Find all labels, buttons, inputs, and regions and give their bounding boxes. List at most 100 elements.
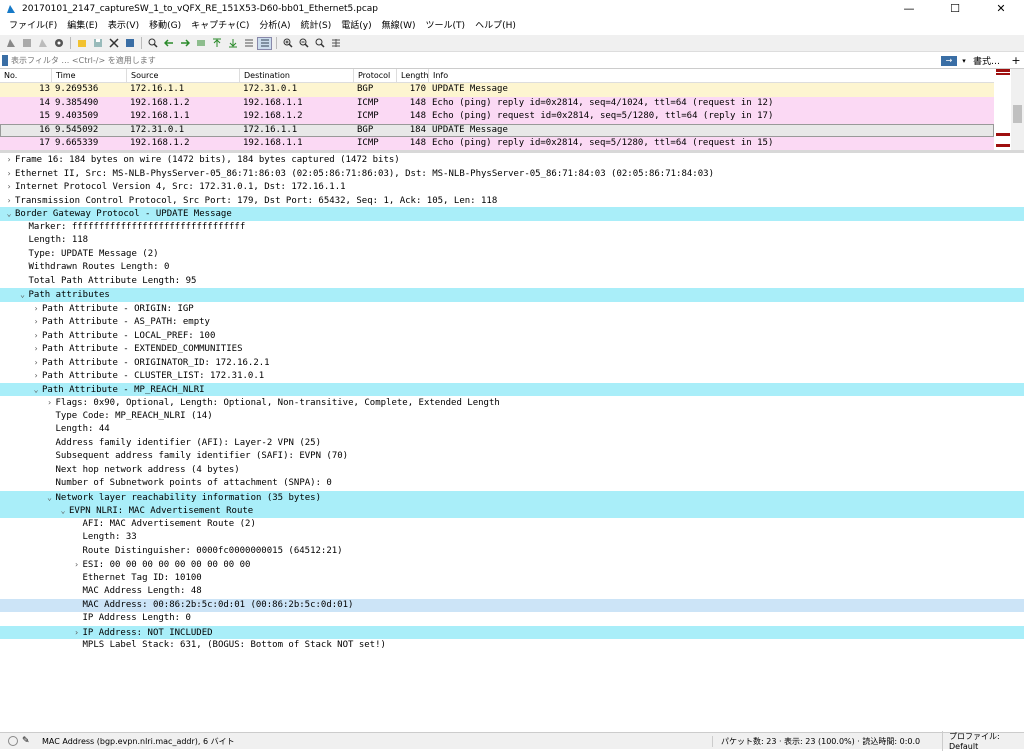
bookmark-icon[interactable] [2,55,8,66]
detail-row[interactable]: › Frame 16: 184 bytes on wire (1472 bits)… [0,153,1024,167]
detail-row[interactable]: Number of Subnetwork points of attachmen… [0,477,1024,491]
menu-telephony[interactable]: 電話(y) [336,18,376,35]
maximize-button[interactable]: ☐ [932,0,978,18]
menu-analyze[interactable]: 分析(A) [254,18,295,35]
detail-row[interactable]: › Path Attribute - EXTENDED_COMMUNITIES [0,342,1024,356]
column-header-protocol[interactable]: Protocol [354,69,397,82]
apply-filter-button[interactable]: → [940,55,957,66]
status-profile[interactable]: プロファイル: Default [942,731,1024,751]
menu-wireless[interactable]: 無線(W) [377,18,421,35]
collapsed-arrow-icon[interactable]: › [30,369,42,383]
detail-row[interactable]: ⌄ EVPN NLRI: MAC Advertisement Route [0,504,1024,518]
menu-edit[interactable]: 編集(E) [62,18,103,35]
filter-history-dropdown[interactable]: ▾ [959,57,969,65]
capture-options-icon[interactable] [51,37,66,50]
detail-row[interactable]: › Path Attribute - ORIGIN: IGP [0,302,1024,316]
display-filter-input[interactable] [11,54,941,67]
collapsed-arrow-icon[interactable]: › [3,180,15,194]
detail-row[interactable]: ⌄ Path Attribute - MP_REACH_NLRI [0,382,1024,397]
close-file-icon[interactable] [106,37,121,50]
autoscroll-icon[interactable] [241,37,256,50]
detail-row[interactable]: ⌄ Path attributes [0,288,1024,302]
collapsed-arrow-icon[interactable]: › [71,558,83,572]
detail-row[interactable]: › ESI: 00 00 00 00 00 00 00 00 00 [0,558,1024,572]
detail-row[interactable]: Marker: ffffffffffffffffffffffffffffffff [0,221,1024,235]
menu-view[interactable]: 表示(V) [103,18,144,35]
packet-list-scrollbar[interactable] [1011,69,1024,150]
detail-row[interactable]: Next hop network address (4 bytes) [0,464,1024,478]
zoom-reset-icon[interactable] [312,37,327,50]
zoom-in-icon[interactable] [280,37,295,50]
detail-row[interactable]: › IP Address: NOT INCLUDED [0,625,1024,640]
collapsed-arrow-icon[interactable]: › [30,329,42,343]
collapsed-arrow-icon[interactable]: › [44,396,56,410]
save-file-icon[interactable] [90,37,105,50]
restart-capture-icon[interactable] [35,37,50,50]
detail-row[interactable]: › Path Attribute - AS_PATH: empty [0,315,1024,329]
expanded-arrow-icon[interactable]: ⌄ [57,504,69,518]
column-header-destination[interactable]: Destination [240,69,354,82]
collapsed-arrow-icon[interactable]: › [3,167,15,181]
detail-row[interactable]: Address family identifier (AFI): Layer-2… [0,437,1024,451]
packet-row[interactable]: 16 9.545092 172.31.0.1 172.16.1.1 BGP 184 UPDA… [0,123,994,137]
detail-row[interactable]: IP Address Length: 0 [0,612,1024,626]
close-button[interactable]: ✕ [978,0,1024,18]
start-capture-icon[interactable] [3,37,18,50]
collapsed-arrow-icon[interactable]: › [71,626,83,640]
collapsed-arrow-icon[interactable]: › [30,342,42,356]
stop-capture-icon[interactable] [19,37,34,50]
menu-file[interactable]: ファイル(F) [4,18,62,35]
menu-statistics[interactable]: 統計(S) [296,18,337,35]
detail-row[interactable]: MPLS Label Stack: 631, (BOGUS: Bottom of… [0,639,1024,653]
edit-comment-icon[interactable]: ✎ [22,736,34,746]
expanded-arrow-icon[interactable]: ⌄ [30,383,42,397]
go-forward-icon[interactable] [177,37,192,50]
detail-row[interactable]: MAC Address Length: 48 [0,585,1024,599]
detail-row[interactable]: › Path Attribute - LOCAL_PREF: 100 [0,329,1024,343]
resize-columns-icon[interactable] [328,37,343,50]
scrollbar-thumb[interactable] [1013,105,1022,123]
detail-row[interactable]: › Internet Protocol Version 4, Src: 172.3… [0,180,1024,194]
detail-row[interactable]: › Path Attribute - ORIGINATOR_ID: 172.16.… [0,356,1024,370]
last-packet-icon[interactable] [225,37,240,50]
detail-row[interactable]: Total Path Attribute Length: 95 [0,275,1024,289]
detail-row[interactable]: Subsequent address family identifier (SA… [0,450,1024,464]
detail-row[interactable]: ⌄ Border Gateway Protocol - UPDATE Messag… [0,207,1024,221]
packet-minimap[interactable] [994,69,1011,150]
detail-row[interactable]: › Transmission Control Protocol, Src Port… [0,194,1024,208]
expanded-arrow-icon[interactable]: ⌄ [44,491,56,505]
detail-row[interactable]: › Path Attribute - CLUSTER_LIST: 172.31.0… [0,369,1024,383]
collapsed-arrow-icon[interactable]: › [30,302,42,316]
expert-info-icon[interactable] [8,736,18,746]
detail-row[interactable]: Route Distinguisher: 0000fc0000000015 (6… [0,545,1024,559]
collapsed-arrow-icon[interactable]: › [3,153,15,167]
detail-row[interactable]: Type: UPDATE Message (2) [0,248,1024,262]
reload-file-icon[interactable] [122,37,137,50]
detail-row[interactable]: Withdrawn Routes Length: 0 [0,261,1024,275]
first-packet-icon[interactable] [209,37,224,50]
column-header-time[interactable]: Time [52,69,127,82]
column-header-source[interactable]: Source [127,69,240,82]
detail-row[interactable]: Length: 33 [0,531,1024,545]
minimize-button[interactable]: — [886,0,932,18]
open-file-icon[interactable] [74,37,89,50]
add-filter-button[interactable]: + [1008,54,1024,67]
column-header-no[interactable]: No. [0,69,52,82]
packet-row[interactable]: 13 9.269536 172.16.1.1 172.31.0.1 BGP 170 UPDA… [0,83,994,97]
expanded-arrow-icon[interactable]: ⌄ [3,207,15,221]
expression-button[interactable]: 書式… [969,54,1008,67]
detail-row[interactable]: AFI: MAC Advertisement Route (2) [0,518,1024,532]
colorize-icon[interactable] [257,36,272,50]
detail-row[interactable]: Length: 118 [0,234,1024,248]
zoom-out-icon[interactable] [296,37,311,50]
collapsed-arrow-icon[interactable]: › [3,194,15,208]
packet-row[interactable]: 17 9.665339 192.168.1.2 192.168.1.1 ICMP 148 E… [0,137,994,150]
detail-row[interactable]: Ethernet Tag ID: 10100 [0,572,1024,586]
column-header-info[interactable]: Info [429,69,994,82]
packet-row[interactable]: 15 9.403509 192.168.1.1 192.168.1.2 ICMP 148 E… [0,110,994,124]
find-packet-icon[interactable] [145,37,160,50]
go-to-packet-icon[interactable] [193,37,208,50]
detail-row[interactable]: ⌄ Network layer reachability information … [0,490,1024,505]
collapsed-arrow-icon[interactable]: › [30,356,42,370]
menu-help[interactable]: ヘルプ(H) [470,18,521,35]
